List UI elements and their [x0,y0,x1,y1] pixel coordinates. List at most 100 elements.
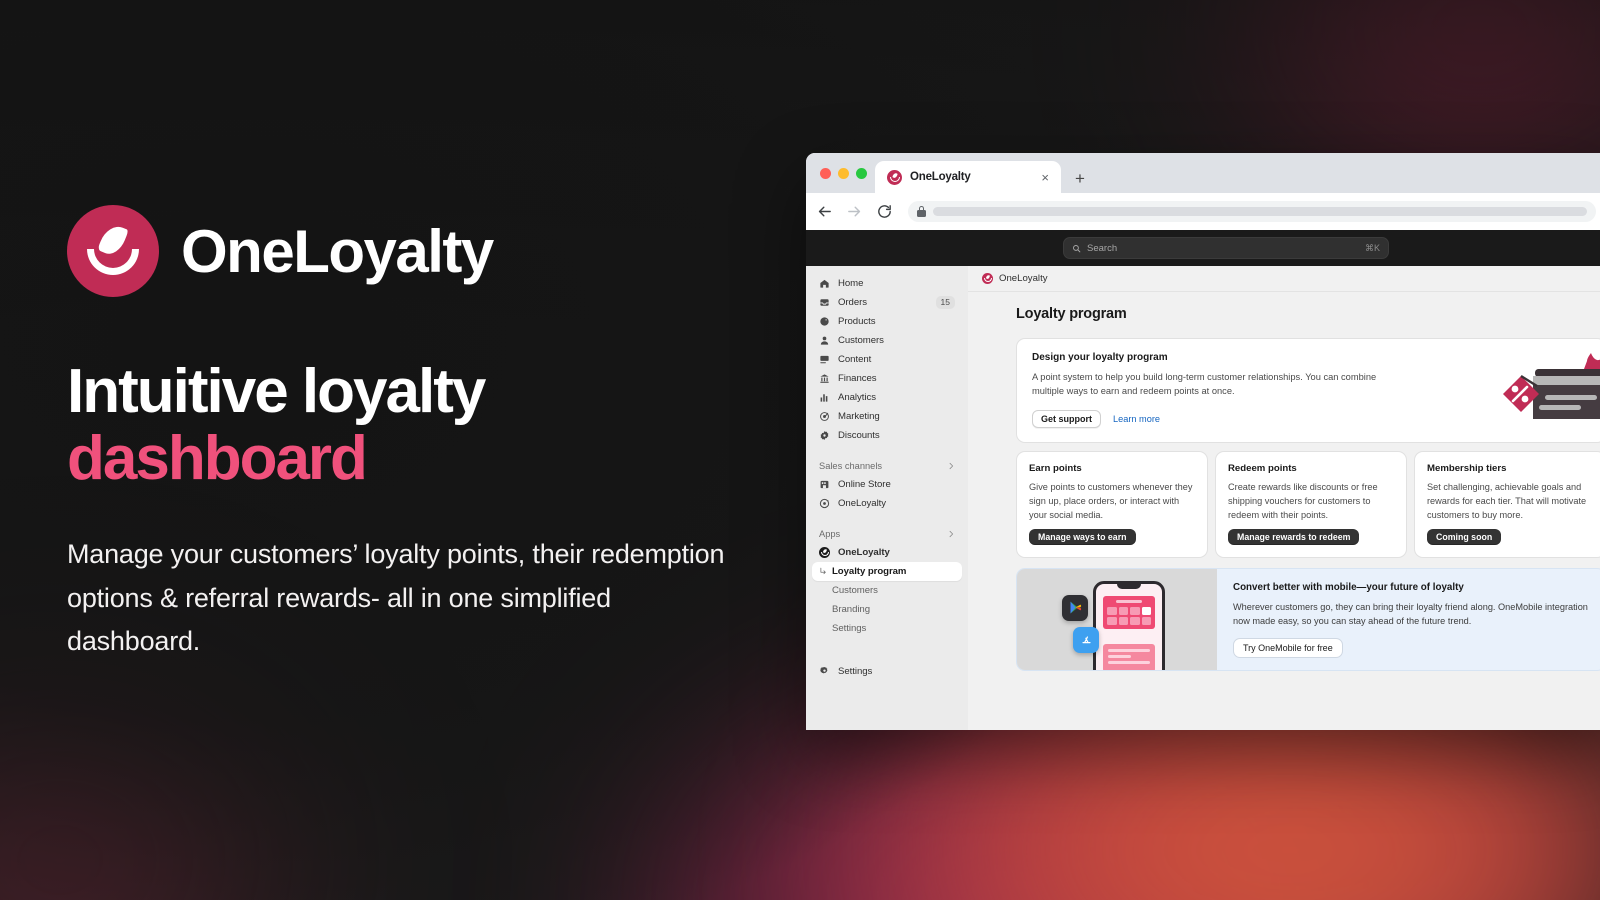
forward-arrow-icon[interactable] [846,203,863,220]
design-program-card: Design your loyalty program A point syst… [1016,338,1600,443]
banner-title: Convert better with mobile—your future o… [1233,581,1464,593]
customers-icon [820,336,829,345]
sidebar-item-label: Content [838,354,872,365]
sidebar-item-label: Customers [838,335,884,346]
sidebar-item-finances[interactable]: Finances [812,369,962,388]
finances-icon [820,374,829,383]
try-onemobile-button[interactable]: Try OneMobile for free [1233,638,1343,659]
sidebar-item-label: Branding [832,604,871,615]
sidebar-item-label: OneLoyalty [838,498,887,509]
gear-icon [820,667,828,674]
sidebar-section-apps[interactable]: Apps [812,524,962,543]
sidebar-item-label: Analytics [838,392,876,403]
orders-badge: 15 [935,295,955,310]
brand-name: OneLoyalty [181,217,494,285]
coming-soon-button: Coming soon [1427,528,1502,545]
address-bar[interactable] [908,201,1596,222]
close-window-button[interactable] [820,167,831,179]
new-tab-button[interactable]: + [1075,170,1085,187]
sidebar-item-customers[interactable]: Customers [812,331,962,350]
sidebar-item-content[interactable]: Content [812,350,962,369]
card-title: Redeem points [1228,462,1297,474]
manage-rewards-to-redeem-button[interactable]: Manage rewards to redeem [1228,528,1360,545]
marketing-icon [820,412,829,421]
back-arrow-icon[interactable] [816,203,833,220]
minimize-window-button[interactable] [838,167,849,179]
hero-headline-line-1: Intuitive loyalty [67,357,486,426]
sidebar-item-marketing[interactable]: Marketing [812,407,962,426]
oneloyalty-channel-icon [819,498,830,509]
card-title: Earn points [1029,462,1082,474]
hero-headline-line-2: dashboard [67,423,368,493]
hero-headline: Intuitive loyalty dashboard [67,357,767,493]
sidebar-item-label: Orders [838,297,868,308]
sidebar-item-online-store[interactable]: Online Store [812,475,962,494]
banner-text: Convert better with mobile—your future o… [1217,569,1600,671]
section-label: Apps [819,528,841,539]
search-placeholder: Search [1087,242,1118,254]
page-title: Loyalty program [1016,306,1127,322]
window-controls[interactable] [816,153,875,193]
sidebar-item-label: Customers [832,585,878,596]
manage-ways-to-earn-button[interactable]: Manage ways to earn [1029,528,1136,545]
learn-more-link[interactable]: Learn more [1113,414,1160,424]
sidebar-item-label: OneLoyalty [838,547,890,558]
card-title: Membership tiers [1427,462,1507,474]
app-header-title: OneLoyalty [999,273,1048,284]
sidebar-item-oneloyalty-channel[interactable]: OneLoyalty [812,494,962,513]
browser-tab[interactable]: OneLoyalty × [875,161,1061,193]
sidebar-item-discounts[interactable]: Discounts [812,426,962,445]
banner-illustration [1017,568,1217,671]
maximize-window-button[interactable] [856,167,867,179]
sidebar: Home Orders 15 Products Customers Conten… [806,266,968,730]
app-body: Home Orders 15 Products Customers Conten… [806,266,1600,730]
reload-icon[interactable] [876,203,893,220]
banner-description: Wherever customers go, they can bring th… [1233,601,1588,626]
chevron-right-icon [949,530,954,537]
get-support-button[interactable]: Get support [1032,409,1101,428]
sidebar-item-app-branding[interactable]: Branding [812,600,962,619]
sidebar-item-label: Marketing [838,411,880,422]
brand-lockup: OneLoyalty [67,205,767,297]
sidebar-item-products[interactable]: Products [812,312,962,331]
orders-icon [820,299,829,306]
oneloyalty-app-icon [819,547,830,558]
card-description: A point system to help you build long-te… [1032,372,1377,397]
store-icon [820,480,829,489]
sidebar-item-analytics[interactable]: Analytics [812,388,962,407]
close-tab-icon[interactable]: × [1038,169,1052,186]
sidebar-item-label: Home [838,278,864,289]
subitem-arrow-icon [820,567,826,575]
search-input[interactable]: Search ⌘K [1063,237,1389,259]
section-label: Sales channels [819,460,883,471]
browser-tabstrip: OneLoyalty × + [806,153,1600,193]
app-store-icon [1073,626,1099,653]
search-shortcut-hint: ⌘K [1364,242,1380,253]
feature-card-earn-points: Earn points Give points to customers whe… [1016,450,1208,558]
home-icon [820,279,829,288]
sidebar-item-orders[interactable]: Orders 15 [812,293,962,312]
content-area: Design your loyalty program A point syst… [968,322,1600,672]
sidebar-item-app-customers[interactable]: Customers [812,581,962,600]
feature-card-membership-tiers: Membership tiers Set challenging, achiev… [1414,450,1600,558]
search-icon [1073,244,1081,252]
loyalty-card-illustration-icon [1503,353,1600,419]
oneloyalty-logo-icon [67,205,159,297]
page-body: Loyalty program Design your loyalty prog… [968,292,1600,672]
sidebar-item-oneloyalty-app[interactable]: OneLoyalty [812,543,962,562]
sidebar-item-loyalty-program[interactable]: Loyalty program [812,562,962,581]
feature-card-row: Earn points Give points to customers whe… [1016,450,1600,558]
tab-favicon-icon [887,169,902,185]
sidebar-item-app-settings[interactable]: Settings [812,619,962,638]
sidebar-section-sales-channels[interactable]: Sales channels [812,456,962,475]
logo-smile-shape [87,249,139,275]
products-icon [820,317,829,326]
browser-toolbar [806,193,1600,230]
sidebar-item-home[interactable]: Home [812,274,962,293]
sidebar-item-settings[interactable]: Settings [812,662,962,681]
sidebar-item-label: Settings [832,623,867,634]
analytics-icon [820,394,828,402]
hero-subcopy: Manage your customers’ loyalty points, t… [67,538,725,657]
card-description: Give points to customers whenever they s… [1029,481,1193,521]
hero-section: OneLoyalty Intuitive loyalty dashboard M… [67,205,767,664]
